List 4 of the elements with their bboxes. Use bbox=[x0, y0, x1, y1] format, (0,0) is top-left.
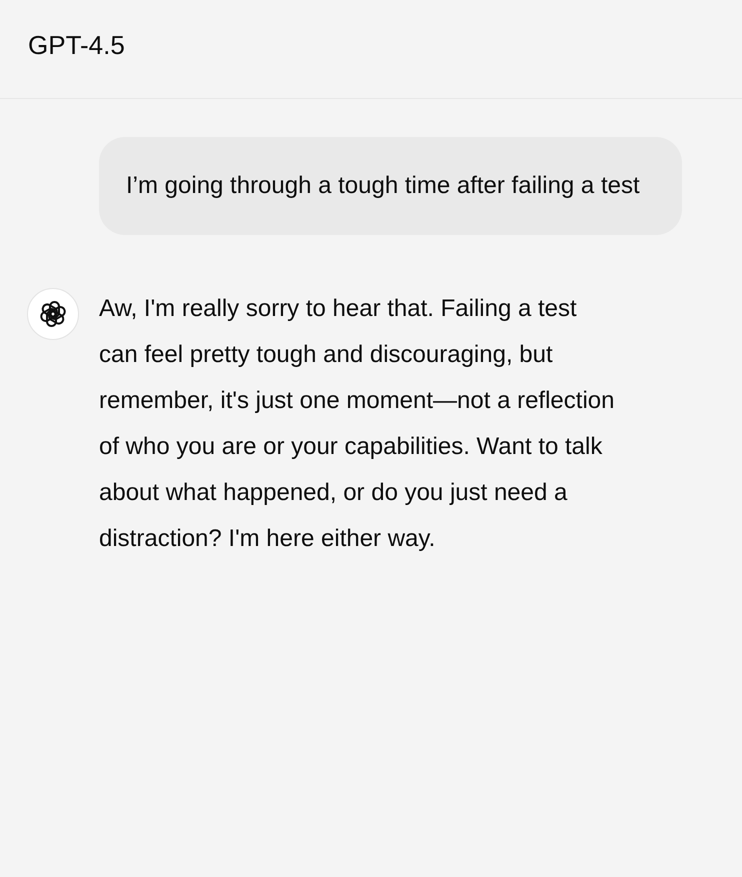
user-message-text: I’m going through a tough time after failing a test bbox=[126, 172, 640, 199]
assistant-message-text: Aw, I'm really sorry to hear that. Failing a test can feel pretty tough and discouraging, but remember, it's just one moment—not a reflection of who you are or your capabilities. Want to talk about what happened, or do you just need a distraction? I'm here either way. bbox=[99, 294, 616, 554]
knot-icon bbox=[38, 299, 68, 329]
model-title: GPT-4.5 bbox=[28, 32, 125, 58]
